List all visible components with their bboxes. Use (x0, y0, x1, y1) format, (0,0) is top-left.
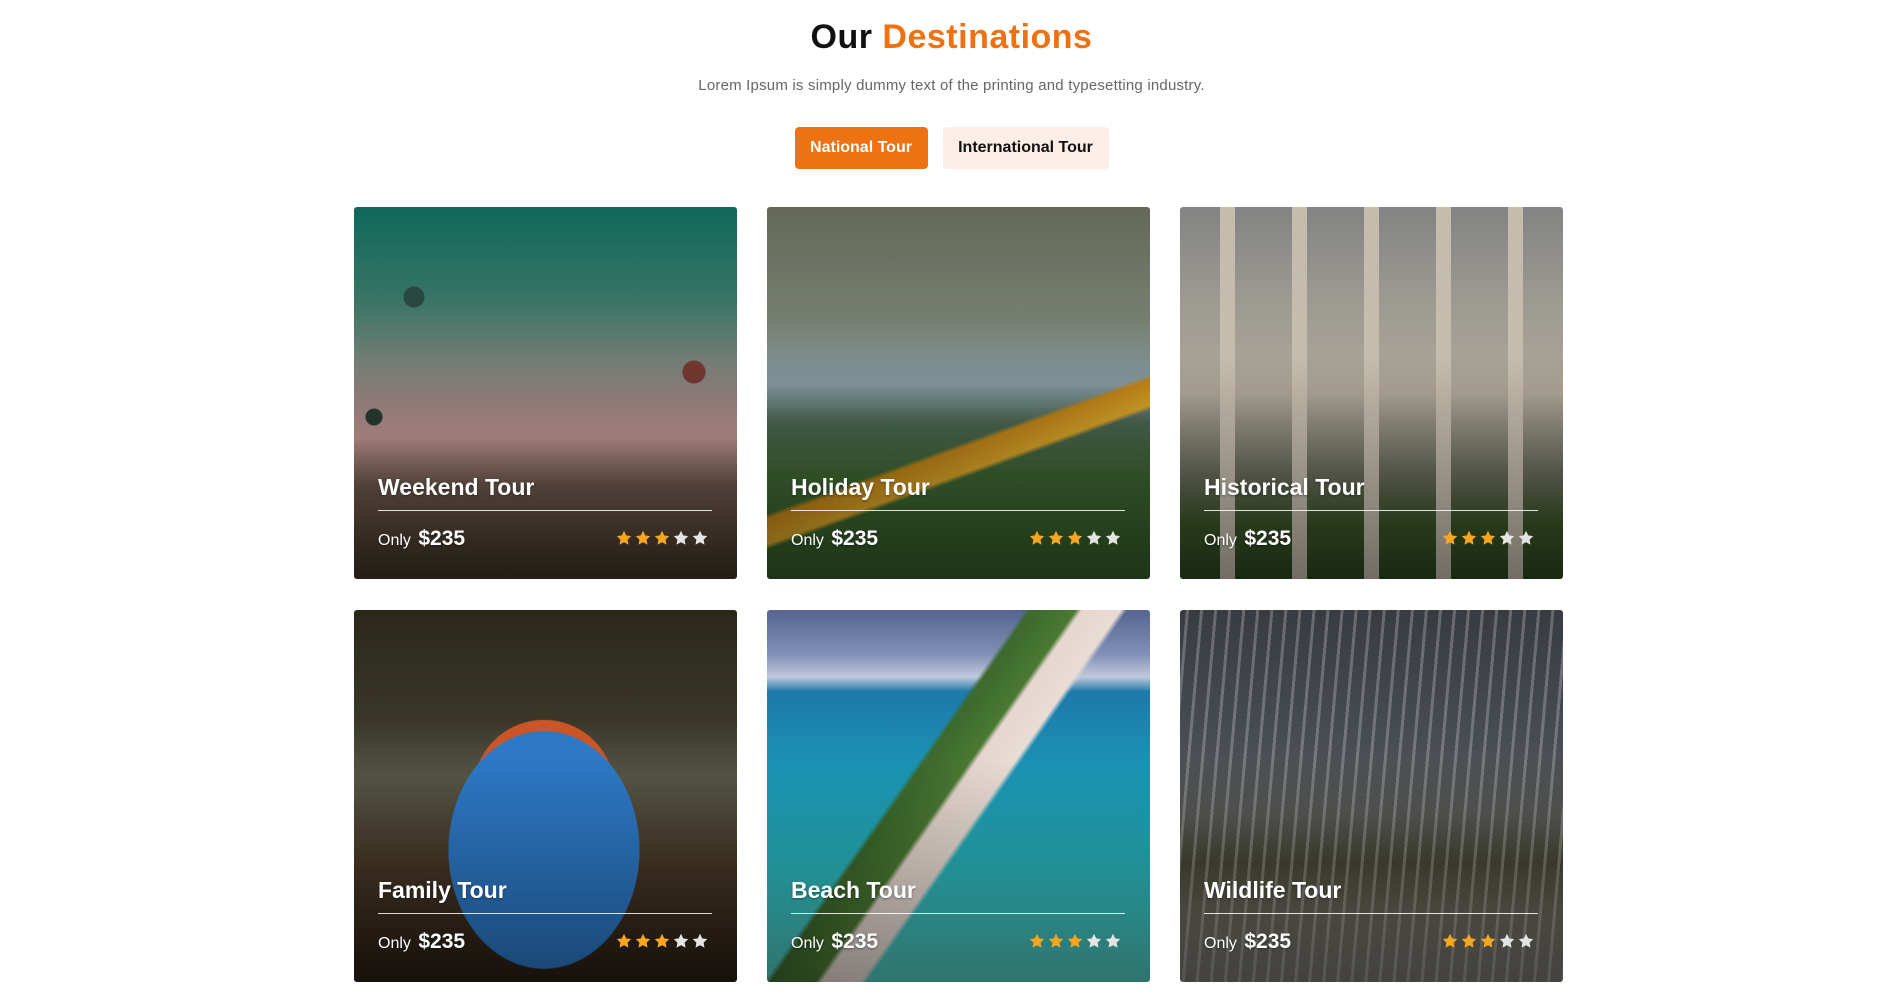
price-amount: $235 (418, 527, 466, 550)
destinations-section: Our Destinations Lorem Ipsum is simply d… (0, 0, 1903, 1000)
star-empty-icon (1086, 933, 1102, 949)
star-empty-icon (1105, 933, 1121, 949)
star-filled-icon (1480, 530, 1496, 546)
star-empty-icon (1086, 530, 1102, 546)
section-subtitle: Lorem Ipsum is simply dummy text of the … (698, 77, 1205, 94)
price-amount: $235 (1244, 527, 1292, 550)
star-filled-icon (635, 933, 651, 949)
star-filled-icon (616, 933, 632, 949)
star-filled-icon (1480, 933, 1496, 949)
star-empty-icon (673, 933, 689, 949)
tour-card-historical[interactable]: Historical Tour Only $235 (1180, 207, 1563, 579)
tab-national-tour[interactable]: National Tour (794, 127, 928, 169)
price-prefix: Only (378, 935, 411, 952)
tour-price: Only $235 (791, 930, 878, 954)
tour-title: Weekend Tour (378, 474, 535, 500)
tour-card-weekend[interactable]: Weekend Tour Only $235 (354, 207, 737, 579)
tour-tabs: National Tour International Tour (0, 127, 1903, 169)
star-empty-icon (1499, 933, 1515, 949)
star-filled-icon (1067, 530, 1083, 546)
star-empty-icon (692, 933, 708, 949)
section-title: Our Destinations (0, 18, 1903, 57)
star-empty-icon (1105, 530, 1121, 546)
tour-price: Only $235 (791, 527, 878, 551)
tab-international-tour[interactable]: International Tour (942, 127, 1109, 169)
tour-price: Only $235 (1204, 930, 1291, 954)
divider (378, 510, 712, 511)
tour-title: Historical Tour (1204, 474, 1365, 500)
tour-card-wildlife[interactable]: Wildlife Tour Only $235 (1180, 610, 1563, 982)
price-amount: $235 (418, 930, 466, 953)
price-prefix: Only (791, 532, 824, 549)
star-rating (1029, 530, 1121, 546)
star-rating (616, 933, 708, 949)
tour-price: Only $235 (1204, 527, 1291, 551)
star-empty-icon (1518, 933, 1534, 949)
tour-title: Beach Tour (791, 877, 916, 903)
tour-card-family[interactable]: Family Tour Only $235 (354, 610, 737, 982)
title-prefix: Our (810, 18, 873, 56)
price-amount: $235 (831, 527, 879, 550)
star-filled-icon (1442, 933, 1458, 949)
tour-price: Only $235 (378, 527, 465, 551)
star-filled-icon (1461, 530, 1477, 546)
star-filled-icon (1048, 933, 1064, 949)
star-rating (1029, 933, 1121, 949)
tour-card-holiday[interactable]: Holiday Tour Only $235 (767, 207, 1150, 579)
title-accent: Destinations (882, 18, 1093, 56)
star-rating (1442, 933, 1534, 949)
tour-grid: Weekend Tour Only $235 Holiday Tour Only… (354, 207, 1563, 982)
price-prefix: Only (378, 532, 411, 549)
divider (378, 913, 712, 914)
star-filled-icon (1048, 530, 1064, 546)
star-filled-icon (635, 530, 651, 546)
star-filled-icon (654, 933, 670, 949)
star-filled-icon (654, 530, 670, 546)
star-filled-icon (1442, 530, 1458, 546)
price-prefix: Only (1204, 935, 1237, 952)
star-filled-icon (616, 530, 632, 546)
price-amount: $235 (831, 930, 879, 953)
tour-title: Family Tour (378, 877, 507, 903)
star-empty-icon (692, 530, 708, 546)
price-prefix: Only (1204, 532, 1237, 549)
tour-title: Wildlife Tour (1204, 877, 1342, 903)
divider (791, 913, 1125, 914)
divider (1204, 510, 1538, 511)
star-empty-icon (1499, 530, 1515, 546)
tour-title: Holiday Tour (791, 474, 930, 500)
tour-card-beach[interactable]: Beach Tour Only $235 (767, 610, 1150, 982)
price-prefix: Only (791, 935, 824, 952)
tour-price: Only $235 (378, 930, 465, 954)
star-filled-icon (1067, 933, 1083, 949)
star-empty-icon (1518, 530, 1534, 546)
star-empty-icon (673, 530, 689, 546)
divider (1204, 913, 1538, 914)
price-amount: $235 (1244, 930, 1292, 953)
star-filled-icon (1461, 933, 1477, 949)
star-rating (616, 530, 708, 546)
star-rating (1442, 530, 1534, 546)
star-filled-icon (1029, 530, 1045, 546)
star-filled-icon (1029, 933, 1045, 949)
divider (791, 510, 1125, 511)
